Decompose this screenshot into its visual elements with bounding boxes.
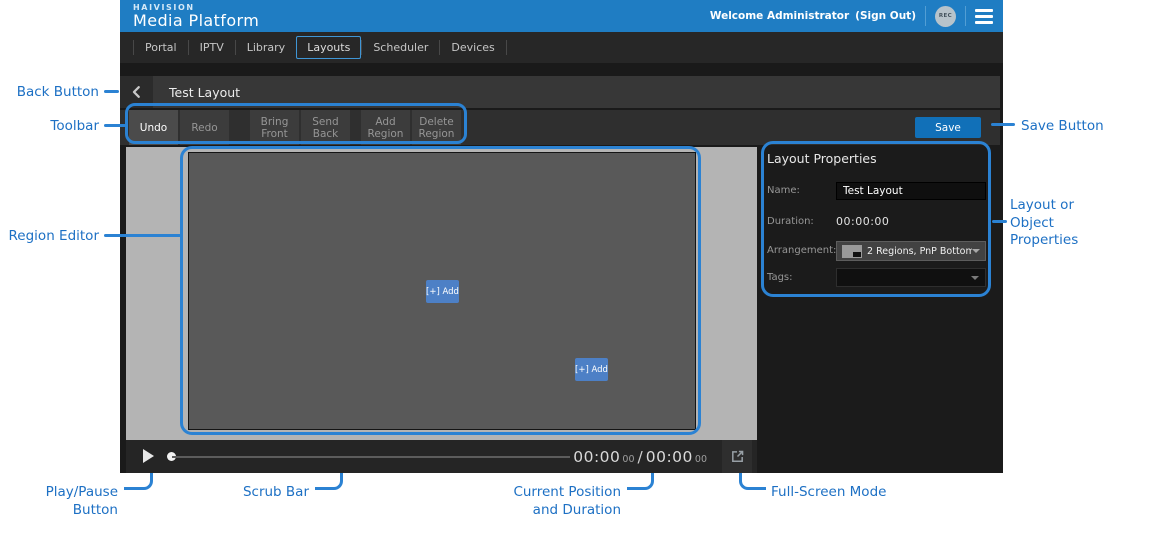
spacer [120,63,1003,76]
editor-toolbar: Undo Redo Bring Front Send Back Add Regi… [120,110,1000,145]
editor-content: [+] Add [+] Add 00:0000/00:0000 [120,145,1003,473]
brand-media-platform: Media Platform [133,12,259,30]
tags-label: Tags: [767,272,793,283]
tab-layouts[interactable]: Layouts [296,36,361,59]
current-position-frames: 00 [622,454,634,465]
toolbar-gap [231,110,250,145]
scrub-track[interactable] [172,456,570,458]
redo-button[interactable]: Redo [180,110,229,145]
bring-front-button[interactable]: Bring Front [250,110,299,145]
play-pause-button[interactable] [143,449,154,463]
welcome-text: Welcome Administrator [710,10,849,22]
callout-elbow-play-pause [124,473,153,490]
callout-label-toolbar: Toolbar [0,118,99,136]
add-source-button-main[interactable]: [+] Add [426,280,459,303]
add-region-button[interactable]: Add Region [361,110,410,145]
app-header: HAIVISION Media Platform Welcome Adminis… [120,0,1003,32]
callout-line-toolbar [104,124,126,127]
send-back-button[interactable]: Send Back [301,110,350,145]
add-source-button-pnp[interactable]: [+] Add [575,358,608,381]
callout-label-fullscreen: Full-Screen Mode [771,484,886,502]
region-editor-canvas: [+] Add [+] Add [126,147,757,440]
panel-title: Layout Properties [767,151,877,166]
tab-iptv[interactable]: IPTV [189,37,235,58]
callout-label-play-pause: Play/Pause Button [19,484,118,519]
fullscreen-icon [730,449,745,464]
callout-label-save-button: Save Button [1021,118,1104,136]
tab-portal[interactable]: Portal [134,37,188,58]
caret-down-icon [971,276,979,280]
duration-value: 00:00:00 [836,215,889,228]
back-button[interactable] [120,76,153,108]
tags-input[interactable] [836,268,986,287]
callout-line-properties [992,220,1007,223]
header-divider [965,6,966,26]
tab-divider [506,40,507,55]
callout-line-save-button [991,123,1015,126]
callout-label-back-button: Back Button [0,84,99,102]
callout-line-region-editor [104,234,181,237]
duration-label: Duration: [767,216,814,227]
time-display: 00:0000/00:0000 [573,447,707,466]
layout-properties-panel: Layout Properties Name: Duration: 00:00:… [757,145,1003,473]
rec-badge[interactable]: REC [935,6,956,27]
page-title: Test Layout [169,85,240,100]
arrangement-label: Arrangement: [767,245,836,256]
toolbar-gap [352,110,361,145]
tab-library[interactable]: Library [236,37,296,58]
delete-region-button[interactable]: Delete Region [412,110,461,145]
current-position: 00:00 [573,448,620,466]
layout-region[interactable]: [+] Add [+] Add [188,152,696,430]
tab-scheduler[interactable]: Scheduler [362,37,439,58]
callout-label-current-position: Current Position and Duration [500,484,621,519]
name-label: Name: [767,185,800,196]
breadcrumb: Test Layout [120,76,1000,108]
brand-logo: HAIVISION Media Platform [133,3,259,30]
callout-elbow-fullscreen [739,473,766,490]
player-bar: 00:0000/00:0000 [126,440,757,473]
fullscreen-button[interactable] [722,440,752,473]
callout-elbow-scrub-bar [315,473,343,490]
callout-label-scrub-bar: Scrub Bar [210,484,309,502]
name-input[interactable] [836,182,986,200]
hamburger-menu-icon[interactable] [975,5,993,27]
arrangement-dropdown[interactable]: 2 Regions, PnP Bottom Ri... [836,241,986,261]
annotated-screenshot: HAIVISION Media Platform Welcome Adminis… [0,0,1156,540]
caret-down-icon [972,249,980,253]
sign-out-link[interactable]: (Sign Out) [855,10,916,22]
arrangement-value: 2 Regions, PnP Bottom Ri... [867,246,972,257]
media-platform-window: HAIVISION Media Platform Welcome Adminis… [120,0,1003,473]
undo-button[interactable]: Undo [129,110,178,145]
callout-line-back-button [104,90,119,93]
back-chevron-icon [130,85,144,99]
arrangement-thumbnail-icon [842,245,862,258]
callout-label-properties: Layout or Object Properties [1010,197,1078,250]
header-divider [925,6,926,26]
duration-frames: 00 [695,454,707,465]
callout-elbow-current-position [627,473,654,490]
duration: 00:00 [646,448,693,466]
callout-label-region-editor: Region Editor [0,228,99,246]
tab-devices[interactable]: Devices [440,37,505,58]
header-right: Welcome Administrator (Sign Out) REC [710,0,995,32]
save-button[interactable]: Save [915,117,981,138]
main-nav: Portal IPTV Library Layouts Scheduler De… [120,32,1003,63]
time-separator: / [638,448,643,466]
